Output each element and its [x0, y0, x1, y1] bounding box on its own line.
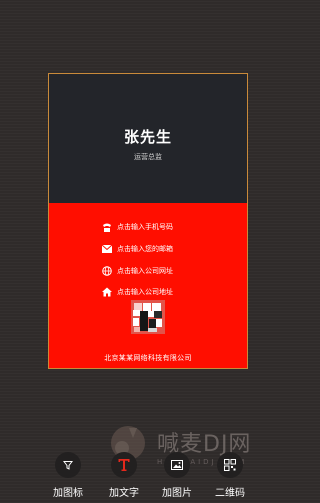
website-row[interactable]: 点击输入公司网址	[101, 264, 173, 278]
add-text-button[interactable]: 加文字	[102, 450, 146, 499]
bottom-toolbar: 加图标 加文字 加图片 二维码	[0, 450, 300, 503]
add-image-label: 加图片	[162, 488, 192, 499]
card-header: 张先生 运营总监	[49, 74, 247, 203]
phone-row[interactable]: 点击输入手机号码	[101, 220, 173, 234]
qr-code-button[interactable]: 二维码	[208, 450, 252, 499]
business-card[interactable]: 张先生 运营总监 点击输入手机号码 点击输入您的邮箱 点击输入公司网址 点击输入…	[48, 73, 248, 369]
phone-text: 点击输入手机号码	[117, 223, 173, 231]
qr-code-icon	[217, 452, 243, 478]
add-text-label: 加文字	[109, 488, 139, 499]
email-icon	[101, 243, 113, 255]
company-name[interactable]: 北京某某网络科技有限公司	[49, 353, 247, 363]
home-icon	[101, 286, 113, 298]
image-icon	[164, 452, 190, 478]
phone-icon	[101, 221, 113, 233]
card-name[interactable]: 张先生	[49, 126, 247, 147]
email-text: 点击输入您的邮箱	[117, 245, 173, 253]
add-icon-label: 加图标	[53, 488, 83, 499]
add-icon-button[interactable]: 加图标	[46, 450, 90, 499]
website-text: 点击输入公司网址	[117, 267, 173, 275]
card-job-title[interactable]: 运营总监	[49, 152, 247, 162]
add-image-button[interactable]: 加图片	[155, 450, 199, 499]
card-contact-area: 点击输入手机号码 点击输入您的邮箱 点击输入公司网址 点击输入公司地址 北京某某…	[49, 203, 247, 368]
funnel-icon	[55, 452, 81, 478]
address-text: 点击输入公司地址	[117, 288, 173, 296]
qr-code-label: 二维码	[215, 488, 245, 499]
globe-icon	[101, 265, 113, 277]
text-icon	[111, 452, 137, 478]
email-row[interactable]: 点击输入您的邮箱	[101, 242, 173, 256]
qr-code-image[interactable]	[131, 300, 165, 334]
address-row[interactable]: 点击输入公司地址	[101, 285, 173, 299]
